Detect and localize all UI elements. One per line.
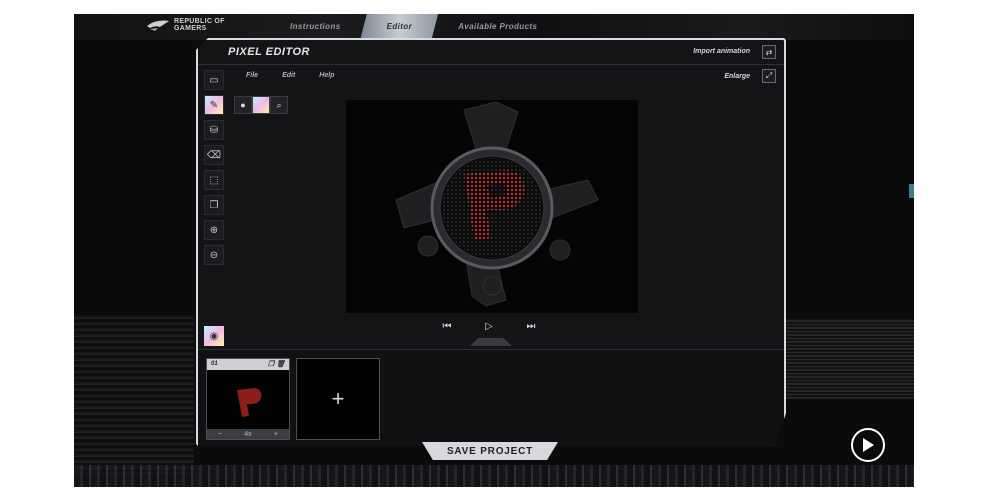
glitch-decoration: [784, 319, 914, 399]
select-tool-button[interactable]: ⬚: [204, 170, 224, 190]
eraser-icon: ⌫: [206, 149, 222, 161]
preview-toggle-button[interactable]: ◉: [204, 326, 224, 346]
frame-card-actions: ❐ 🗑: [268, 359, 285, 370]
tool-palette: ▭ ✎ ⛁ ⌫ ⬚ ❐ ⊕ ⊖: [204, 70, 224, 270]
fill-icon: ⛁: [209, 124, 219, 136]
menu-bar: File Edit Help: [246, 72, 334, 79]
select-icon: ⬚: [209, 174, 219, 186]
pencil-icon: ✎: [209, 99, 219, 111]
pencil-options: ● ○ ⌕: [234, 96, 288, 114]
rog-logo[interactable]: REPUBLIC OF GAMERS: [146, 18, 244, 32]
menu-file[interactable]: File: [246, 72, 258, 79]
enlarge-button[interactable]: ⤢: [762, 69, 776, 83]
pencil-tool-button[interactable]: ✎: [204, 95, 224, 115]
glitch-decoration: [74, 314, 194, 474]
frame-thumbnail[interactable]: 01 ❐ 🗑 − 4x +: [206, 358, 290, 440]
play-icon[interactable]: ▷: [483, 321, 495, 332]
editor-title: PIXEL EDITOR: [228, 46, 311, 58]
zoom-in-button[interactable]: ⊕: [204, 220, 224, 240]
color-swatch-icon: ○: [258, 100, 264, 110]
edge-indicator: [909, 184, 914, 198]
skip-forward-icon[interactable]: ⏭: [525, 321, 537, 332]
eyedropper-button[interactable]: ⌕: [270, 96, 288, 114]
frame-timeline: 01 ❐ 🗑 − 4x + +: [198, 349, 784, 446]
glitch-decoration: [74, 465, 914, 487]
image-icon: ▭: [209, 74, 219, 86]
zoom-out-button[interactable]: ⊖: [204, 245, 224, 265]
save-project-button[interactable]: SAVE PROJECT: [422, 442, 558, 460]
image-tool-button[interactable]: ▭: [204, 70, 224, 90]
rog-eye-icon: [147, 20, 169, 31]
eyedropper-icon: ⌕: [276, 99, 282, 110]
frame-plus-button[interactable]: +: [274, 431, 278, 438]
timeline-resize-handle[interactable]: [470, 338, 512, 346]
frame-card-footer: − 4x +: [207, 429, 289, 439]
pixel-editor-panel: PIXEL EDITOR Import animation ⇄ File Edi…: [196, 38, 786, 446]
tab-instructions[interactable]: Instructions: [274, 14, 357, 38]
plus-icon: +: [331, 386, 345, 411]
fill-tool-button[interactable]: ⛁: [204, 120, 224, 140]
frame-minus-button[interactable]: −: [218, 431, 222, 438]
zoom-out-icon: ⊖: [209, 249, 219, 261]
eye-icon: ◉: [209, 330, 219, 342]
copy-icon: ❐: [209, 199, 219, 211]
playback-controls: ⏮ ▷ ⏭: [441, 321, 537, 332]
play-icon: [863, 438, 874, 452]
frame-preview: [237, 388, 262, 417]
cooler-preview-image: [395, 101, 599, 307]
tab-editor[interactable]: Editor: [360, 14, 439, 38]
menu-edit[interactable]: Edit: [282, 72, 295, 79]
logo-text: REPUBLIC OF GAMERS: [174, 18, 225, 32]
import-animation-button[interactable]: ⇄: [762, 45, 776, 59]
zoom-in-icon: ⊕: [209, 224, 219, 236]
pixel-canvas[interactable]: [346, 100, 638, 313]
skip-back-icon[interactable]: ⏮: [441, 321, 453, 332]
play-video-button[interactable]: [851, 428, 885, 462]
copy-tool-button[interactable]: ❐: [204, 195, 224, 215]
add-frame-button[interactable]: +: [296, 358, 380, 440]
trash-icon[interactable]: 🗑: [276, 361, 285, 368]
import-animation-label: Import animation: [693, 48, 750, 55]
tab-available-products[interactable]: Available Products: [442, 14, 553, 38]
duplicate-icon[interactable]: ❐: [268, 361, 274, 368]
frame-card-header: 01 ❐ 🗑: [207, 359, 289, 370]
eraser-tool-button[interactable]: ⌫: [204, 145, 224, 165]
enlarge-label: Enlarge: [724, 73, 750, 80]
brush-size-button[interactable]: ●: [234, 96, 252, 114]
swap-icon: ⇄: [765, 47, 773, 57]
color-picker-button[interactable]: ○: [252, 96, 270, 114]
frame-speed-label: 4x: [244, 430, 252, 438]
menu-help[interactable]: Help: [319, 72, 334, 79]
frame-number: 01: [211, 361, 218, 367]
brush-icon: ●: [240, 100, 246, 110]
top-nav: Instructions Editor Available Products: [274, 14, 553, 38]
expand-icon: ⤢: [765, 71, 773, 80]
